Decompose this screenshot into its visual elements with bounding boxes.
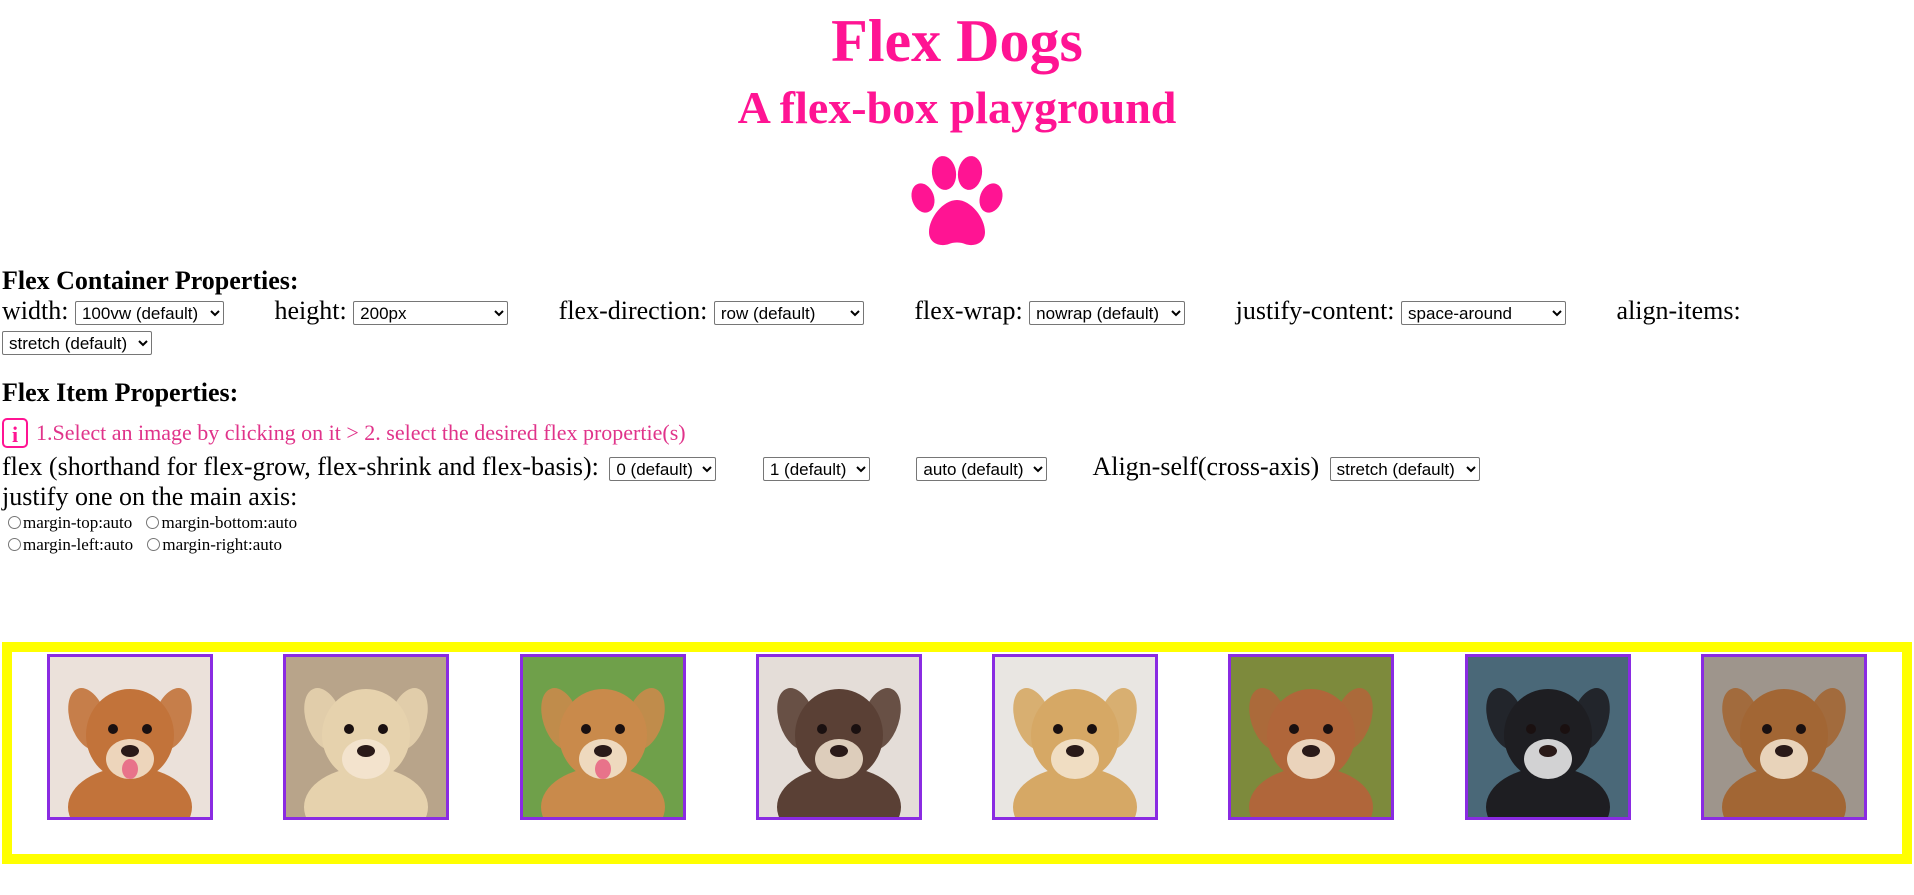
dog-image-corgi[interactable]: [519, 654, 686, 820]
flex-direction-select[interactable]: row (default): [713, 301, 864, 326]
margin-top-radio[interactable]: [8, 516, 21, 529]
align-self-select[interactable]: stretch (default): [1329, 457, 1480, 482]
dog-image-boxer-puppy[interactable]: [1700, 654, 1867, 820]
info-row: i 1.Select an image by clicking on it > …: [2, 416, 1914, 450]
flex-wrap-select[interactable]: nowrap (default): [1029, 301, 1186, 326]
margin-left-radio[interactable]: [8, 538, 21, 551]
flex-wrap-label: flex-wrap:: [914, 296, 1023, 325]
margin-right-radio[interactable]: [147, 538, 161, 551]
justify-content-prop: justify-content: space-around: [1235, 296, 1567, 326]
info-text: 1.Select an image by clicking on it > 2.…: [36, 420, 686, 445]
paw-icon: [911, 156, 1003, 246]
item-props-heading: Flex Item Properties:: [2, 378, 239, 407]
page-subtitle: A flex-box playground: [737, 82, 1177, 133]
dog-image-nova-scotia-duck-tolling-retriever[interactable]: [47, 654, 214, 820]
container-props-heading: Flex Container Properties:: [2, 266, 299, 295]
dog-image-golden-selfie[interactable]: [992, 654, 1159, 820]
margin-bottom-label: margin-bottom:auto: [161, 513, 298, 532]
radio-row-horizontal: margin-left:auto margin-right:auto: [2, 534, 1914, 556]
width-label: width:: [2, 296, 69, 325]
justify-label: justify one on the main axis:: [2, 482, 298, 511]
height-select[interactable]: 200px: [353, 301, 509, 326]
radio-row-vertical: margin-top:auto margin-bottom:auto: [2, 512, 1914, 534]
flex-basis-select[interactable]: auto (default): [916, 457, 1048, 482]
dog-image-vizsla[interactable]: [1228, 654, 1395, 820]
flex-grow-select[interactable]: 0 (default): [609, 457, 717, 482]
dog-image-border-collie[interactable]: [1464, 654, 1631, 820]
page-header: Flex Dogs A flex-box playground: [0, 0, 1914, 248]
justify-content-select[interactable]: space-around: [1401, 301, 1567, 326]
width-select[interactable]: 100vw (default): [74, 301, 224, 326]
width-prop: width: 100vw (default): [2, 296, 224, 326]
height-prop: height: 200px: [274, 296, 509, 326]
align-self-label: Align-self(cross-axis): [1092, 452, 1320, 481]
margin-right-label: margin-right:auto: [162, 535, 283, 554]
margin-left-label: margin-left:auto: [23, 535, 134, 554]
margin-bottom-radio[interactable]: [146, 516, 160, 529]
dog-image-brown-poodle[interactable]: [755, 654, 922, 820]
flex-shrink-select[interactable]: 1 (default): [762, 457, 870, 482]
margin-top-label: margin-top:auto: [23, 513, 133, 532]
info-icon: i: [2, 418, 28, 448]
align-items-select[interactable]: stretch (default): [2, 331, 152, 356]
flex-dog-container: [2, 642, 1912, 864]
flex-item-properties: Flex Item Properties: i 1.Select an imag…: [0, 378, 1914, 556]
height-label: height:: [274, 296, 347, 325]
align-items-prop: align-items:: [1617, 296, 1741, 326]
flex-direction-label: flex-direction:: [558, 296, 708, 325]
flex-direction-prop: flex-direction: row (default): [559, 296, 864, 326]
page-title: Flex Dogs: [831, 8, 1083, 74]
align-items-label: align-items:: [1616, 296, 1741, 325]
flex-shorthand-label: flex (shorthand for flex-grow, flex-shri…: [2, 452, 599, 481]
flex-container-properties: Flex Container Properties: width: 100vw …: [0, 266, 1914, 356]
flex-wrap-prop: flex-wrap: nowrap (default): [914, 296, 1186, 326]
dog-image-golden-retriever-puppy[interactable]: [283, 654, 450, 820]
container-props-row: width: 100vw (default) height: 200px fle…: [2, 296, 1914, 356]
flex-shorthand-row: flex (shorthand for flex-grow, flex-shri…: [2, 452, 1914, 482]
justify-content-label: justify-content:: [1235, 296, 1395, 325]
